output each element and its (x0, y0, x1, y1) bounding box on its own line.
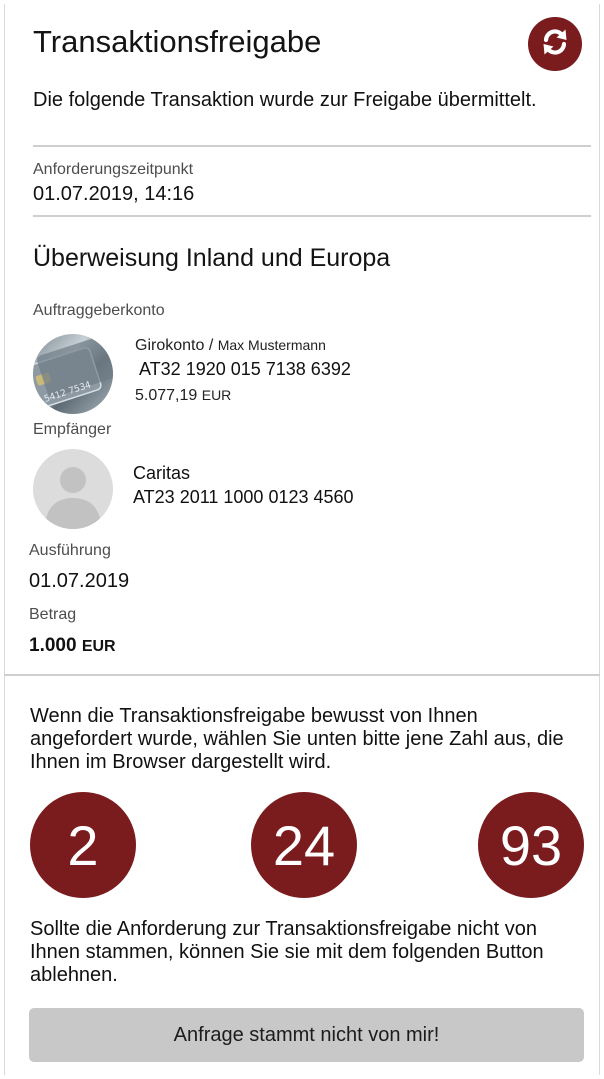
page-title: Transaktionsfreigabe (33, 24, 322, 59)
reject-button[interactable]: Anfrage stammt nicht von mir! (29, 1008, 584, 1062)
number-button-2[interactable]: 24 (251, 792, 357, 898)
section-divider (4, 674, 600, 676)
divider (33, 145, 591, 147)
sender-balance: 5.077,19 EUR (135, 387, 232, 404)
intro-text: Die folgende Transaktion wurde zur Freig… (33, 89, 537, 111)
divider (33, 215, 591, 217)
sender-account-name: Girokonto / Max Mustermann (135, 337, 326, 354)
refresh-button[interactable] (528, 17, 582, 71)
sender-iban: AT32 1920 015 7138 6392 (139, 359, 351, 379)
number-button-1[interactable]: 2 (30, 792, 136, 898)
request-time-value: 01.07.2019, 14:16 (33, 183, 195, 205)
amount-label: Betrag (29, 606, 77, 623)
credit-card-icon: 5412 7534 (33, 334, 113, 414)
execution-label: Ausführung (29, 542, 111, 559)
amount-value: 1.000 EUR (29, 635, 116, 656)
recipient-iban: AT23 2011 1000 0123 4560 (133, 487, 354, 507)
reject-info-text: Sollte die Anforderung zur Transaktionsf… (30, 918, 544, 986)
transfer-type-title: Überweisung Inland und Europa (33, 244, 391, 272)
recipient-name: Caritas (133, 463, 191, 483)
refresh-icon (538, 25, 572, 64)
person-icon (33, 449, 113, 529)
execution-value: 01.07.2019 (29, 570, 130, 592)
number-button-3[interactable]: 93 (478, 792, 584, 898)
request-time-label: Anforderungszeitpunkt (33, 161, 194, 178)
instruction-text: Wenn die Transaktionsfreigabe bewusst vo… (30, 705, 564, 773)
sender-account-label: Auftraggeberkonto (33, 302, 165, 319)
recipient-label: Empfänger (33, 421, 112, 438)
